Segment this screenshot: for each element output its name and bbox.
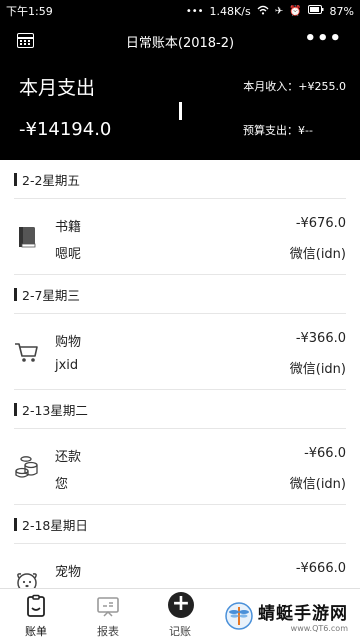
month-expense-amount: -¥14194.0 xyxy=(19,119,112,140)
add-icon: + xyxy=(168,592,194,618)
month-income: 本月收入：+¥255.0 xyxy=(243,80,346,93)
entry-note: 您 xyxy=(55,477,69,492)
entry-account: 微信(idn) xyxy=(289,247,346,262)
date-label: 2-13星期二 xyxy=(22,402,88,418)
entry-category: 书籍 xyxy=(55,220,82,235)
tab-label: 记账 xyxy=(169,625,191,638)
report-icon xyxy=(97,597,119,617)
tab-record[interactable]: + 记账 xyxy=(144,589,216,640)
header-divider xyxy=(179,102,182,120)
airplane-icon: ✈ xyxy=(274,5,284,17)
bill-entry[interactable]: 书籍 嗯呢 -¥676.0 微信(idn) xyxy=(0,199,360,274)
coins-icon xyxy=(15,456,38,478)
pet-icon xyxy=(17,573,37,588)
alarm-icon: ⏰ xyxy=(289,5,302,17)
book-icon xyxy=(19,227,36,248)
watermark-name: 蜻蜓手游网 xyxy=(258,604,348,624)
tab-label: 报表 xyxy=(97,625,119,638)
watermark-url: www.QT6.com xyxy=(290,624,348,633)
entry-category: 还款 xyxy=(55,450,82,465)
date-header: 2-13星期二 xyxy=(0,390,360,428)
status-bar: 下午1:59 ••• 1.48K/s ✈ ⏰ 87% xyxy=(0,0,360,22)
status-time: 下午1:59 xyxy=(6,5,53,18)
entry-amount: -¥676.0 xyxy=(295,216,346,231)
date-label: 2-2星期五 xyxy=(22,172,80,188)
entry-account: 微信(idn) xyxy=(289,362,346,377)
bill-entry[interactable]: 购物 jxid -¥366.0 微信(idn) xyxy=(0,314,360,389)
summary-header: 日常账本(2018-2) ••• 本月支出 -¥14194.0 本月收入：+¥2… xyxy=(0,22,360,160)
month-expense-label: 本月支出 xyxy=(19,77,96,99)
watermark: 蜻蜓手游网 www.QT6.com xyxy=(220,592,360,640)
date-header: 2-2星期五 xyxy=(0,160,360,198)
date-label: 2-18星期日 xyxy=(22,517,88,533)
tab-bill[interactable]: 账单 xyxy=(0,589,72,640)
entry-note: 嗯呢 xyxy=(55,247,82,262)
bill-entry[interactable]: 宠物 -¥666.0 xyxy=(0,544,360,588)
entry-amount: -¥666.0 xyxy=(295,561,346,576)
entry-note: jxid xyxy=(55,358,79,373)
bill-icon xyxy=(27,594,45,617)
date-header: 2-7星期三 xyxy=(0,275,360,313)
tab-report[interactable]: 报表 xyxy=(72,589,144,640)
dragonfly-logo-icon xyxy=(225,602,253,630)
notification-dots-icon: ••• xyxy=(185,5,204,17)
battery-icon xyxy=(307,5,324,17)
battery-level: 87% xyxy=(329,4,354,18)
top-bar: 日常账本(2018-2) ••• xyxy=(0,22,360,60)
budget-expense: 预算支出：¥-- xyxy=(243,124,313,137)
entry-amount: -¥66.0 xyxy=(304,446,346,461)
entry-account: 微信(idn) xyxy=(289,477,346,492)
date-header: 2-18星期日 xyxy=(0,505,360,543)
entry-category: 宠物 xyxy=(55,565,82,580)
entry-category: 购物 xyxy=(55,335,82,350)
bill-list[interactable]: 2-2星期五 书籍 嗯呢 -¥676.0 微信(idn) 2-7星期三 购物 j… xyxy=(0,160,360,588)
bill-entry[interactable]: 还款 您 -¥66.0 微信(idn) xyxy=(0,429,360,504)
entry-amount: -¥366.0 xyxy=(295,331,346,346)
wifi-icon xyxy=(257,5,269,18)
shopping-cart-icon xyxy=(15,343,38,362)
date-label: 2-7星期三 xyxy=(22,287,80,303)
network-speed: 1.48K/s xyxy=(209,4,251,18)
tab-label: 账单 xyxy=(25,625,47,638)
more-options-icon[interactable]: ••• xyxy=(304,28,342,49)
